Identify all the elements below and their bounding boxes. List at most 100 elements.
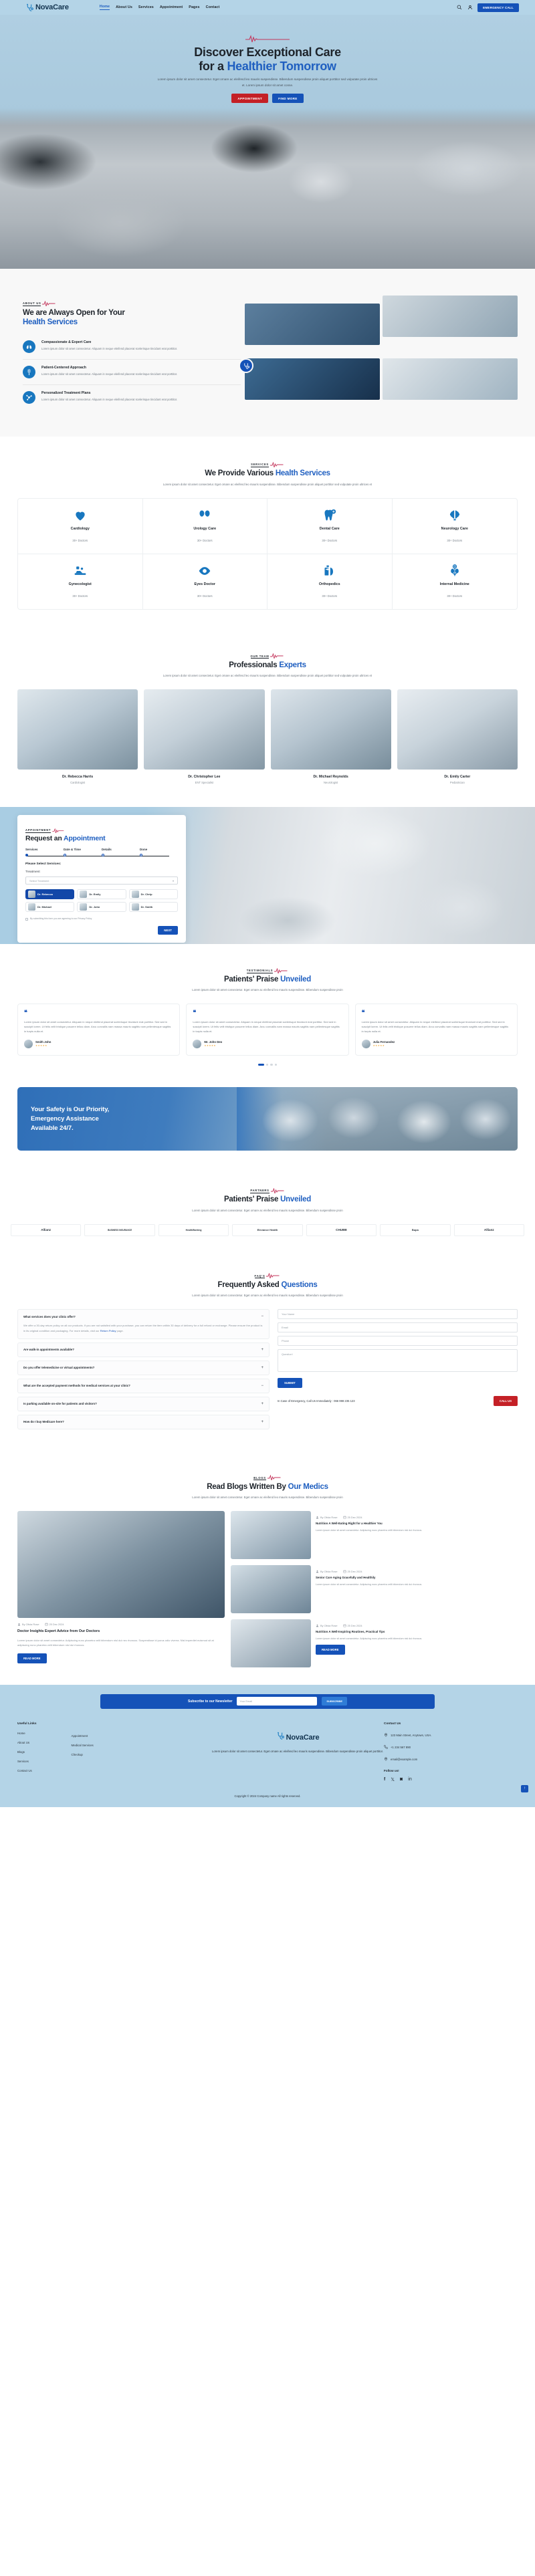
faq-item[interactable]: How do I buy Medicare here? + (17, 1414, 270, 1429)
service-card[interactable]: Cardiology 30+ Doctors (18, 498, 143, 554)
service-card[interactable]: Orthopedics 30+ Doctors (268, 554, 393, 609)
user-icon[interactable] (467, 5, 473, 11)
step-date-time[interactable]: Date & Time (64, 848, 103, 857)
footer-link-home[interactable]: Home (17, 1732, 37, 1735)
arrow-up-icon[interactable]: ↑ (521, 1784, 528, 1792)
service-card[interactable]: Neurology Care 30+ Doctors (392, 499, 517, 554)
doctor-option-rebecca[interactable]: Dr. Rebecca (25, 889, 75, 900)
faq-item[interactable]: Is parking available on-site for patient… (17, 1396, 270, 1411)
heartbeat-icon (52, 828, 64, 833)
faq-item[interactable]: What services does your clinic offer? − … (17, 1309, 270, 1339)
newsletter-section: Subscribe to our Newsletter Your Email S… (0, 1684, 535, 1709)
consent-checkbox[interactable] (25, 917, 28, 921)
blog-side-card[interactable]: By Olivia Rose 25 Dec 2024 Senior Care A… (231, 1564, 518, 1613)
call-us-button[interactable]: CALL US (493, 1396, 518, 1406)
nav-item-home[interactable]: Home (99, 5, 110, 10)
testimonials-eyebrow-wrap: TESTIMONIALS (246, 967, 289, 973)
carousel-dot-active[interactable] (257, 1063, 264, 1066)
carousel-dot[interactable] (270, 1063, 273, 1066)
read-more-button[interactable]: READ MORE (17, 1653, 47, 1664)
carousel-dot[interactable] (274, 1063, 278, 1066)
phone-field[interactable]: Phone (277, 1336, 518, 1346)
doctor-option-chrip[interactable]: Dr. Chrip (128, 889, 178, 900)
step-services[interactable]: Services (25, 848, 65, 857)
doctor-card[interactable]: Dr. Emily Carter Pediatrician (397, 689, 518, 784)
doctor-card[interactable]: Dr. Michael Reynolds Neurologist (270, 689, 391, 784)
next-button[interactable]: NEXT (158, 926, 178, 935)
blog-side-card[interactable]: By Olivia Rose 25 Dec 2024 Nutrition A W… (231, 1619, 518, 1667)
about-feature-title: Patient-Centered Approach (41, 366, 86, 370)
plus-icon[interactable]: + (261, 1402, 263, 1406)
footer-link-contact-us[interactable]: Contact Us (17, 1769, 37, 1772)
footer-link-services[interactable]: Services (17, 1760, 37, 1763)
carousel-dot[interactable] (265, 1063, 269, 1066)
read-more-button[interactable]: READ MORE (316, 1644, 345, 1655)
testimonials-title: Patients' Praise Unveiled (0, 975, 535, 984)
doctor-option-smith[interactable]: Dr. Smith (128, 902, 178, 913)
plus-icon[interactable]: + (261, 1366, 263, 1370)
blog-featured-card[interactable]: By Olivia Rose 25 Dec 2024 Doctor Insigh… (17, 1510, 225, 1664)
testimonials-title-plain: Patients' Praise (223, 975, 281, 983)
question-field[interactable]: Question! (277, 1349, 518, 1372)
step-details[interactable]: Details (102, 848, 141, 857)
nav-item-about-us[interactable]: About Us (116, 5, 132, 9)
treatment-select[interactable]: Select Treatment ▾ (25, 876, 178, 885)
doctor-role: ENT Specialist (195, 781, 214, 784)
subscribe-button[interactable]: SUBSCRIBE (322, 1697, 347, 1706)
service-card[interactable]: Urology Care 30+ Doctors (142, 498, 268, 554)
logo[interactable]: NovaCare (25, 3, 69, 12)
footer-link-about-us[interactable]: About Us (17, 1741, 37, 1744)
minus-icon[interactable]: − (261, 1314, 263, 1318)
footer-logo[interactable]: NovaCare (276, 1732, 320, 1744)
doctor-option-john[interactable]: Dr. John (77, 902, 126, 913)
service-card[interactable]: Dental Care 30+ Doctors (268, 498, 393, 554)
email-field[interactable]: Email (277, 1322, 518, 1332)
emergency-call-button[interactable]: EMERGENCY CALL (477, 3, 519, 12)
linkedin-icon[interactable]: in (408, 1777, 411, 1782)
search-icon[interactable] (456, 5, 462, 11)
footer-link-checkup[interactable]: Checkup (72, 1753, 94, 1756)
footer-phone[interactable]: +1 234 567 890 (384, 1745, 518, 1750)
doctor-option-michael[interactable]: Dr. Michael (25, 902, 75, 913)
blog-featured-text: Lorem ipsum dolor sit amet consectetur. … (17, 1638, 214, 1647)
footer-link-appointment[interactable]: Appointment (72, 1734, 94, 1738)
footer-links-col1: Useful Links Home About Us Blogs Service… (17, 1722, 37, 1782)
faq-item[interactable]: What are the accepted payment methods fo… (17, 1378, 270, 1393)
nav-item-pages[interactable]: Pages (189, 5, 199, 9)
nav-item-contact[interactable]: Contact (206, 5, 220, 9)
consent-row[interactable]: By submitting this form you are agreeing… (25, 917, 178, 921)
faq-item[interactable]: Are walk-in appointments available? + (17, 1342, 270, 1357)
faq-item[interactable]: Do you offer telemedicine or virtual app… (17, 1360, 270, 1375)
doctor-option-emily[interactable]: Dr. Emily (77, 889, 126, 900)
submit-button[interactable]: SUBMIT (277, 1378, 302, 1388)
find-more-button[interactable]: FIND MORE (272, 94, 304, 104)
minus-icon[interactable]: − (261, 1384, 263, 1388)
newsletter-email-input[interactable]: Your Email (237, 1697, 318, 1706)
instagram-icon[interactable]: ◙ (400, 1777, 403, 1782)
name-field[interactable]: Your Name (277, 1309, 518, 1319)
plus-icon[interactable]: + (261, 1348, 263, 1352)
facebook-icon[interactable]: 𝐟 (384, 1777, 385, 1782)
footer-link-blogs[interactable]: Blogs (17, 1750, 37, 1754)
blog-author-label: By Olivia Rose (22, 1622, 39, 1626)
doctor-card[interactable]: Dr. Christopher Lee ENT Specialist (144, 689, 265, 784)
doctor-option-label: Dr. Chrip (140, 893, 152, 897)
return-policy-link[interactable]: Return Policy (100, 1329, 116, 1332)
footer-link-medical-services[interactable]: Medical Services (72, 1744, 94, 1747)
service-card[interactable]: Internal Medicine 30+ Doctors (393, 554, 518, 609)
nav-item-services[interactable]: Services (138, 5, 154, 9)
nav-item-appointment[interactable]: Appointment (160, 5, 183, 9)
x-icon[interactable]: 𝕏 (391, 1777, 395, 1782)
rating-stars: ★★★★★ (372, 1044, 385, 1048)
blog-side-card[interactable]: By Olivia Rose 25 Dec 2024 Nutrition A W… (231, 1510, 518, 1559)
appointment-button[interactable]: APPOINTMENT (231, 94, 269, 104)
footer-email[interactable]: email@example.com (384, 1757, 518, 1762)
blog-date-label: 25 Dec 2024 (347, 1623, 362, 1627)
partner-logo: Elevance Health (232, 1223, 303, 1236)
services-title-blue: Health Services (275, 469, 330, 478)
plus-icon[interactable]: + (261, 1420, 263, 1424)
service-card[interactable]: Gynecologist 30+ Doctors (18, 554, 143, 609)
step-done[interactable]: Done (140, 848, 178, 857)
service-card[interactable]: Eyes Doctor 30+ Doctors (143, 554, 268, 609)
doctor-card[interactable]: Dr. Rebecca Harris Cardiologist (17, 689, 138, 784)
